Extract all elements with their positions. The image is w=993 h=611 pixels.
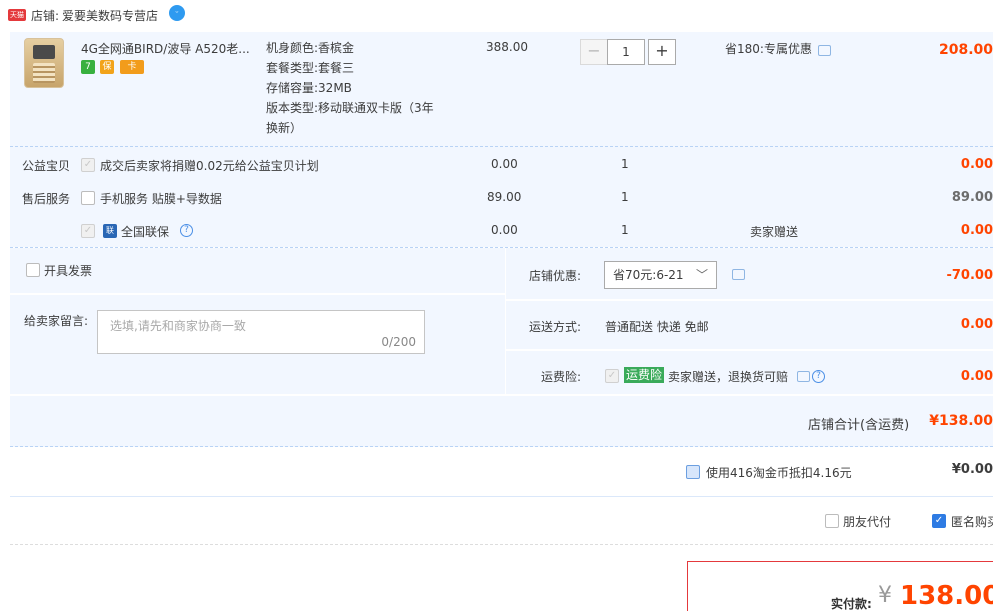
discount-comment-icon[interactable] <box>732 269 745 280</box>
invoice-checkbox[interactable] <box>26 263 40 277</box>
quantity-input[interactable]: 1 <box>607 39 645 65</box>
prop-storage: 存储容量:32MB <box>266 81 352 95</box>
message-textarea[interactable]: 选填,请先和商家协商一致 0/200 <box>97 310 425 354</box>
subtotal-amount: ¥138.00 <box>929 413 993 429</box>
shop-discount-select[interactable]: 省70元:6-21 ﹀ <box>604 261 717 289</box>
charity-price: 0.00 <box>491 157 518 171</box>
item-total: 208.00 <box>938 42 993 58</box>
product-thumbnail[interactable] <box>24 38 64 88</box>
phone-service-price: 89.00 <box>487 190 522 204</box>
payment-currency: ¥ <box>878 583 892 608</box>
quantity-decrease-button[interactable]: − <box>580 39 608 65</box>
payment-label: 实付款: <box>831 597 872 611</box>
insurance-label: 运费险: <box>541 370 582 384</box>
charity-checkbox: ✓ <box>81 158 95 172</box>
payment-summary-box: 实付款: ¥ 138.00 <box>687 561 993 611</box>
phone-service-total: 89.00 <box>951 190 993 205</box>
warranty-text: 全国联保 <box>121 225 170 239</box>
insurance-amount: 0.00 <box>960 369 993 384</box>
service-label-aftersale: 售后服务 <box>22 192 71 206</box>
credit-card-icon: 卡 <box>120 60 144 74</box>
anonymous-buy-checkbox[interactable]: ✓ <box>932 514 946 528</box>
anonymous-buy-label: 匿名购买 <box>951 515 993 529</box>
friend-pay-label: 朋友代付 <box>843 515 892 529</box>
product-title-link[interactable]: 4G全网通BIRD/波导 A520老... <box>81 40 250 57</box>
charity-qty: 1 <box>621 157 629 171</box>
shipping-method: 普通配送 快递 免邮 <box>605 320 709 334</box>
warranty-checkbox: ✓ <box>81 224 95 238</box>
national-warranty-icon: 联 <box>103 224 117 238</box>
prop-color: 机身颜色:香槟金 <box>266 41 355 55</box>
invoice-label: 开具发票 <box>44 264 93 278</box>
divider <box>10 146 993 147</box>
divider <box>10 394 993 396</box>
coin-deduct-amount: ¥0.00 <box>951 462 993 477</box>
seven-day-return-icon: 7 <box>81 60 95 74</box>
divider <box>10 496 993 497</box>
divider <box>505 248 506 394</box>
prop-version: 版本类型:移动联通双卡版（3年 <box>266 101 434 115</box>
message-label: 给卖家留言: <box>24 314 89 328</box>
divider <box>506 299 993 301</box>
insurance-text: 卖家赠送，退换货可赔 <box>668 370 789 384</box>
discount-label: 店铺优惠: <box>529 269 582 283</box>
shop-name-link[interactable]: 爱要美数码专营店 <box>62 7 158 24</box>
divider <box>10 293 505 295</box>
shipping-amount: 0.00 <box>960 317 993 332</box>
help-icon[interactable]: ? <box>812 370 825 383</box>
help-icon[interactable]: ? <box>180 224 193 237</box>
prop-package: 套餐类型:套餐三 <box>266 61 355 75</box>
discount-amount: -70.00 <box>946 268 993 283</box>
promo-text: 省180:专属优惠 <box>725 42 812 56</box>
divider <box>506 349 993 351</box>
prop-version-cont: 换新） <box>266 121 303 135</box>
payment-amount: 138.00 <box>900 581 993 611</box>
warranty-note: 卖家赠送 <box>750 225 799 239</box>
message-counter: 0/200 <box>381 335 416 349</box>
insurance-comment-icon[interactable] <box>797 371 810 382</box>
friend-pay-checkbox[interactable] <box>825 514 839 528</box>
charity-total: 0.00 <box>960 157 993 172</box>
unit-price: 388.00 <box>486 40 528 54</box>
divider <box>10 544 993 545</box>
insurance-tag: 运费险 <box>624 367 665 383</box>
charity-text: 成交后卖家将捐赠0.02元给公益宝贝计划 <box>100 159 319 173</box>
warranty-qty: 1 <box>621 223 629 237</box>
phone-service-qty: 1 <box>621 190 629 204</box>
tmall-badge: 天猫 <box>8 9 26 21</box>
order-item-panel <box>10 32 993 247</box>
quantity-increase-button[interactable]: + <box>648 39 676 65</box>
insurance-checkbox: ✓ <box>605 369 619 383</box>
phone-service-checkbox[interactable] <box>81 191 95 205</box>
divider <box>10 446 993 447</box>
promo-comment-icon[interactable] <box>818 45 831 56</box>
warranty-icon: 保 <box>100 60 114 74</box>
coin-deduct-text: 使用416淘金币抵扣4.16元 <box>706 466 852 480</box>
subtotal-label: 店铺合计(含运费) <box>808 418 910 433</box>
phone-service-text: 手机服务 贴膜+导数据 <box>100 192 222 206</box>
warranty-total: 0.00 <box>960 223 993 238</box>
message-placeholder: 选填,请先和商家协商一致 <box>110 319 246 333</box>
shipping-label: 运送方式: <box>529 320 582 334</box>
chevron-down-icon: ﹀ <box>695 268 708 282</box>
coin-deduct-checkbox[interactable] <box>686 465 700 479</box>
shop-label: 店铺: <box>31 9 60 23</box>
service-label-charity: 公益宝贝 <box>22 159 71 173</box>
wangwang-chat-icon[interactable]: ᵕ <box>169 5 185 21</box>
warranty-price: 0.00 <box>491 223 518 237</box>
